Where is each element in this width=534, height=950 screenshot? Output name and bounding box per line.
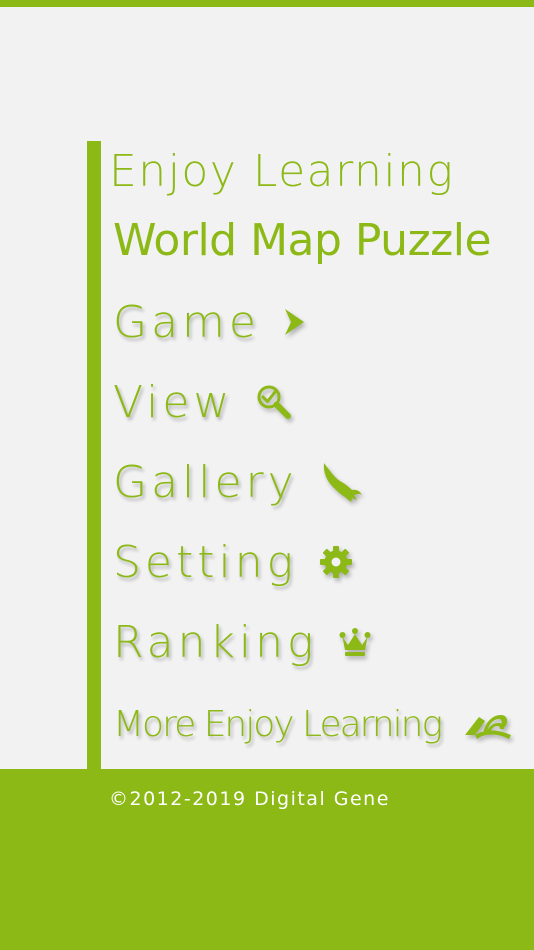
copyright-text: ©2012-2019 Digital Gene — [109, 788, 390, 810]
gear-icon — [319, 545, 353, 579]
bird-icon — [320, 461, 362, 503]
menu-view-button[interactable]: View — [113, 372, 293, 432]
menu-more-label: More Enjoy Learning — [113, 703, 443, 745]
menu-setting-button[interactable]: Setting — [113, 532, 353, 592]
top-accent-bar — [0, 0, 534, 7]
magnifier-check-icon — [255, 383, 293, 421]
menu-gallery-button[interactable]: Gallery — [113, 452, 362, 512]
app-title-line1: Enjoy Learning — [109, 146, 455, 197]
menu-game-label: Game — [113, 296, 260, 348]
enjoy-learning-logo-icon — [463, 707, 513, 741]
menu-gallery-label: Gallery — [113, 456, 298, 508]
menu-ranking-button[interactable]: Ranking — [113, 612, 371, 672]
app-title-line2: World Map Puzzle — [113, 215, 492, 266]
vertical-accent-bar — [87, 141, 101, 769]
menu-setting-label: Setting — [113, 536, 298, 588]
crown-icon — [339, 627, 371, 657]
menu-more-enjoy-learning-button[interactable]: More Enjoy Learning — [113, 694, 513, 754]
menu-view-label: View — [113, 376, 234, 428]
menu-ranking-label: Ranking — [113, 616, 318, 668]
play-arrow-icon — [282, 308, 306, 336]
menu-game-button[interactable]: Game — [113, 292, 306, 352]
